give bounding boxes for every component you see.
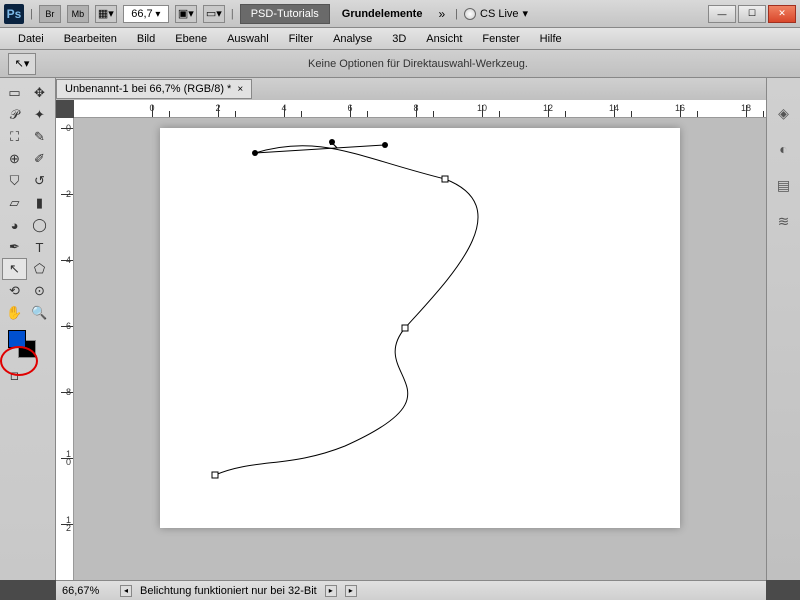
tool-move[interactable]: ✥ [27,82,52,104]
bezier-handle[interactable] [252,150,258,156]
options-text: Keine Optionen für Direktauswahl-Werkzeu… [44,58,792,70]
canvas[interactable]: ↖ [160,128,680,528]
tool-brush[interactable]: ✐ [27,148,52,170]
minimize-button[interactable]: — [708,5,736,23]
ruler-horizontal[interactable]: 024681012141618202224262830 [74,100,766,118]
tool-type[interactable]: T [27,236,52,258]
tool-dodge[interactable]: ◯ [27,214,52,236]
tool-shape[interactable]: ⬠ [27,258,52,280]
options-bar: ↖▾ Keine Optionen für Direktauswahl-Werk… [0,50,800,78]
workspace-button[interactable]: PSD-Tutorials [240,4,330,24]
document-tab-bar: Unbenannt-1 bei 66,7% (RGB/8) * × [56,78,766,100]
bezier-handle[interactable] [329,139,335,145]
status-text: Belichtung funktioniert nur bei 32-Bit [140,585,317,597]
menu-filter[interactable]: Filter [279,29,323,49]
tool-zoom[interactable]: 🔍 [27,302,52,324]
anchor-point[interactable] [442,176,449,183]
menu-3d[interactable]: 3D [382,29,416,49]
menu-auswahl[interactable]: Auswahl [217,29,279,49]
maximize-button[interactable]: ☐ [738,5,766,23]
canvas-background[interactable]: ↖ [74,118,766,580]
foreground-swatch[interactable] [8,330,26,348]
dock-adjustments[interactable]: ◐ [773,138,795,160]
bezier-handle[interactable] [382,142,388,148]
status-next[interactable]: ▸ [325,585,337,597]
menu-fenster[interactable]: Fenster [472,29,529,49]
tool-hand[interactable]: ✋ [2,302,27,324]
titlebar: Ps | Br Mb ▦▾ 66,7 ▾ ▣▾ ▭▾ | PSD-Tutoria… [0,0,800,28]
tool-history-brush[interactable]: ↺ [27,170,52,192]
tool-crop[interactable]: ⛶ [2,126,27,148]
cs-live-button[interactable]: CS Live ▾ [464,7,528,20]
tool-pen[interactable]: ✒ [2,236,27,258]
tool-rect-marquee[interactable]: ▭ [2,82,27,104]
menu-bild[interactable]: Bild [127,29,165,49]
workspace-label[interactable]: Grundelemente [336,8,429,20]
status-prev[interactable]: ◂ [120,585,132,597]
active-tool-icon[interactable]: ↖▾ [8,53,36,75]
canvas-area: Unbenannt-1 bei 66,7% (RGB/8) * × 024681… [56,78,766,580]
view-extras-dropdown[interactable]: ▦▾ [95,5,117,23]
document-tab[interactable]: Unbenannt-1 bei 66,7% (RGB/8) * × [56,79,252,99]
tool-lasso[interactable]: 𝒫 [2,104,27,126]
tool-magic-wand[interactable]: ✦ [27,104,52,126]
anchor-point[interactable] [402,325,409,332]
ruler-vertical[interactable]: 0246810121416 [56,118,74,580]
bridge-button[interactable]: Br [39,5,61,23]
menubar: DateiBearbeitenBildEbeneAuswahlFilterAna… [0,28,800,50]
quickmask-button[interactable]: ◻ [2,364,27,386]
cs-live-icon [464,8,476,20]
photoshop-logo: Ps [4,4,24,24]
tool-gradient[interactable]: ▮ [27,192,52,214]
dock-channels[interactable]: ▤ [773,174,795,196]
tool-3d-rotate[interactable]: ⟲ [2,280,27,302]
expand-workspaces[interactable]: » [434,7,449,21]
tool-direct-select[interactable]: ↖ [2,258,27,280]
menu-bearbeiten[interactable]: Bearbeiten [54,29,127,49]
tool-eraser[interactable]: ▱ [2,192,27,214]
tool-stamp[interactable]: ⛉ [2,170,27,192]
tool-3d-orbit[interactable]: ⊙ [27,280,52,302]
dock-paths[interactable]: ≋ [773,210,795,232]
screen-mode-dropdown[interactable]: ▭▾ [203,5,225,23]
minibridge-button[interactable]: Mb [67,5,89,23]
tool-eyedropper[interactable]: ✎ [27,126,52,148]
close-tab-icon[interactable]: × [237,84,243,95]
dock-layers[interactable]: ◈ [773,102,795,124]
menu-analyse[interactable]: Analyse [323,29,382,49]
anchor-point[interactable] [212,472,219,479]
panel-dock: ◈ ◐ ▤ ≋ [766,78,800,580]
menu-datei[interactable]: Datei [8,29,54,49]
menu-ebene[interactable]: Ebene [165,29,217,49]
path-svg [160,128,680,528]
toolbox: ▭✥𝒫✦⛶✎⊕✐⛉↺▱▮◕◯✒T↖⬠⟲⊙✋🔍 ◻ [0,78,56,580]
status-zoom[interactable]: 66,67% [62,585,112,597]
menu-ansicht[interactable]: Ansicht [416,29,472,49]
zoom-input[interactable]: 66,7 ▾ [123,5,169,23]
tool-blur[interactable]: ◕ [2,214,27,236]
status-bar: 66,67% ◂ Belichtung funktioniert nur bei… [56,580,766,600]
menu-hilfe[interactable]: Hilfe [530,29,572,49]
close-button[interactable]: ✕ [768,5,796,23]
arrange-dropdown[interactable]: ▣▾ [175,5,197,23]
status-more[interactable]: ▸ [345,585,357,597]
tool-spot-heal[interactable]: ⊕ [2,148,27,170]
